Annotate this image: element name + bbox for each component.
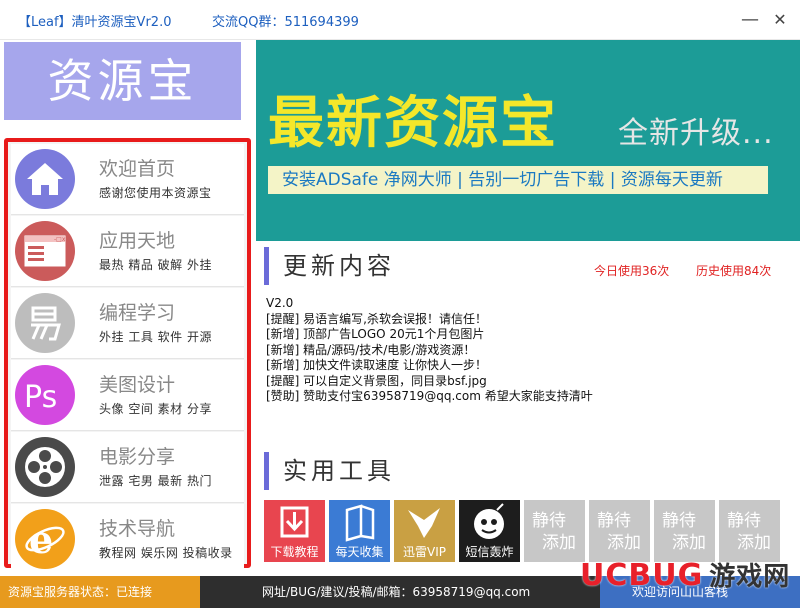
site-watermark: UCBUG 游戏网 bbox=[580, 556, 790, 593]
tool-placeholder[interactable]: 静待 添加 bbox=[719, 500, 780, 562]
sidebar-item-programming[interactable]: 编程学习 外挂 工具 软件 开源 bbox=[11, 288, 244, 359]
total-usage: 历史使用84次 bbox=[696, 264, 772, 278]
banner-strip: 安装ADSafe 净网大师 | 告别一切广告下载 | 资源每天更新 bbox=[268, 166, 768, 194]
watermark-text: UCBUG bbox=[580, 558, 704, 593]
tools-heading: 实用工具 bbox=[264, 452, 395, 490]
today-usage: 今日使用36次 bbox=[594, 264, 670, 278]
sidebar-item-desc: 头像 空间 素材 分享 bbox=[99, 402, 212, 416]
sidebar-item-title: 技术导航 bbox=[99, 518, 176, 540]
sidebar-logo: 资源宝 bbox=[4, 42, 241, 120]
download-icon bbox=[280, 506, 309, 538]
tool-placeholder-label: 静待 添加 bbox=[727, 511, 771, 553]
thunder-bird-icon bbox=[408, 508, 440, 538]
sidebar-item-desc: 外挂 工具 软件 开源 bbox=[99, 330, 212, 344]
close-button[interactable]: ✕ bbox=[768, 8, 792, 32]
changelog-line: [提醒] 易语言编写,杀软会误报！请信任！ bbox=[266, 311, 487, 326]
contact-info[interactable]: 网址/BUG/建议/投稿/邮箱：63958719@qq.com bbox=[262, 576, 530, 608]
sidebar-nav: 欢迎首页 感谢您使用本资源宝 -□x 应用天地 最热 精品 破解 外挂 编程学习… bbox=[4, 138, 251, 575]
svg-text:Ps: Ps bbox=[24, 380, 57, 413]
changelog-line: [新增] 精品/源码/技术/电影/游戏资源！ bbox=[266, 342, 476, 357]
server-status: 资源宝服务器状态：已连接 bbox=[0, 576, 200, 608]
sidebar-item-title: 编程学习 bbox=[99, 302, 176, 324]
updates-heading: 更新内容 bbox=[264, 247, 395, 285]
qq-group-label: 交流QQ群：511694399 bbox=[212, 15, 359, 30]
tool-label: 每天收集 bbox=[335, 545, 384, 559]
tool-label: 下载教程 bbox=[270, 545, 319, 559]
sidebar-item-desc: 最热 精品 破解 外挂 bbox=[99, 258, 212, 272]
tool-placeholder-label: 静待 添加 bbox=[662, 511, 706, 553]
tool-placeholder[interactable]: 静待 添加 bbox=[524, 500, 585, 562]
title-bar: 【Leaf】清叶资源宝Vr2.0 交流QQ群：511694399 — ✕ bbox=[0, 0, 800, 40]
sidebar-item-design[interactable]: Ps 美图设计 头像 空间 素材 分享 bbox=[11, 360, 244, 431]
banner-subhead: 全新升级... bbox=[618, 116, 774, 151]
tool-thunder-vip[interactable]: 迅雷VIP bbox=[394, 500, 455, 562]
tool-download-tutorial[interactable]: 下载教程 bbox=[264, 500, 325, 562]
sidebar-item-title: 美图设计 bbox=[99, 374, 176, 396]
tool-placeholder-label: 静待 添加 bbox=[597, 511, 641, 553]
tool-label: 迅雷VIP bbox=[403, 545, 446, 559]
film-reel-icon bbox=[15, 437, 75, 497]
watermark-text-2: 游戏网 bbox=[709, 562, 791, 592]
promo-banner[interactable]: 最新资源宝 全新升级... 安装ADSafe 净网大师 | 告别一切广告下载 |… bbox=[256, 40, 800, 241]
tool-placeholder-label: 静待 添加 bbox=[532, 511, 576, 553]
svg-text:e: e bbox=[29, 517, 53, 561]
bomb-icon bbox=[474, 503, 504, 539]
sidebar-item-title: 欢迎首页 bbox=[99, 158, 176, 180]
ie-browser-icon: e bbox=[15, 509, 75, 569]
sidebar-item-movies[interactable]: 电影分享 泄露 宅男 最新 热门 bbox=[11, 432, 244, 503]
yi-language-icon bbox=[15, 293, 75, 353]
home-icon bbox=[15, 149, 75, 209]
tool-daily-collection[interactable]: 每天收集 bbox=[329, 500, 390, 562]
changelog-line: [赞助] 赞助支付宝63958719@qq.com 希望大家能支持清叶 bbox=[266, 389, 593, 403]
svg-text:-□x: -□x bbox=[54, 236, 66, 243]
minimize-button[interactable]: — bbox=[738, 8, 762, 32]
changelog: V2.0 [提醒] 易语言编写,杀软会误报！请信任！ [新增] 顶部广告LOGO… bbox=[266, 296, 593, 405]
book-icon bbox=[345, 504, 375, 542]
changelog-line: [新增] 顶部广告LOGO 20元1个月包图片 bbox=[266, 327, 485, 341]
sidebar-item-apps[interactable]: -□x 应用天地 最热 精品 破解 外挂 bbox=[11, 216, 244, 287]
tool-label: 短信轰炸 bbox=[465, 545, 514, 559]
app-title: 【Leaf】清叶资源宝Vr2.0 bbox=[18, 15, 172, 30]
sidebar-item-title: 电影分享 bbox=[99, 446, 176, 468]
sidebar-item-desc: 教程网 娱乐网 投稿收录 bbox=[99, 546, 233, 560]
changelog-line: V2.0 bbox=[266, 296, 294, 310]
sidebar-item-title: 应用天地 bbox=[99, 230, 176, 252]
sidebar-item-desc: 感谢您使用本资源宝 bbox=[99, 186, 212, 200]
photoshop-icon: Ps bbox=[15, 365, 75, 425]
tool-sms-bomber[interactable]: 短信轰炸 bbox=[459, 500, 520, 562]
window-icon: -□x bbox=[15, 221, 75, 281]
sidebar-item-navigation[interactable]: e 技术导航 教程网 娱乐网 投稿收录 bbox=[11, 504, 244, 575]
banner-headline: 最新资源宝 bbox=[268, 91, 558, 156]
tool-placeholder[interactable]: 静待 添加 bbox=[654, 500, 715, 562]
sidebar-item-desc: 泄露 宅男 最新 热门 bbox=[99, 474, 212, 488]
changelog-line: [提醒] 可以自定义背景图，同目录bsf.jpg bbox=[266, 373, 487, 388]
tool-placeholder[interactable]: 静待 添加 bbox=[589, 500, 650, 562]
sidebar-item-home[interactable]: 欢迎首页 感谢您使用本资源宝 bbox=[11, 144, 244, 215]
changelog-line: [新增] 加快文件读取速度 让你快人一步！ bbox=[266, 358, 487, 372]
